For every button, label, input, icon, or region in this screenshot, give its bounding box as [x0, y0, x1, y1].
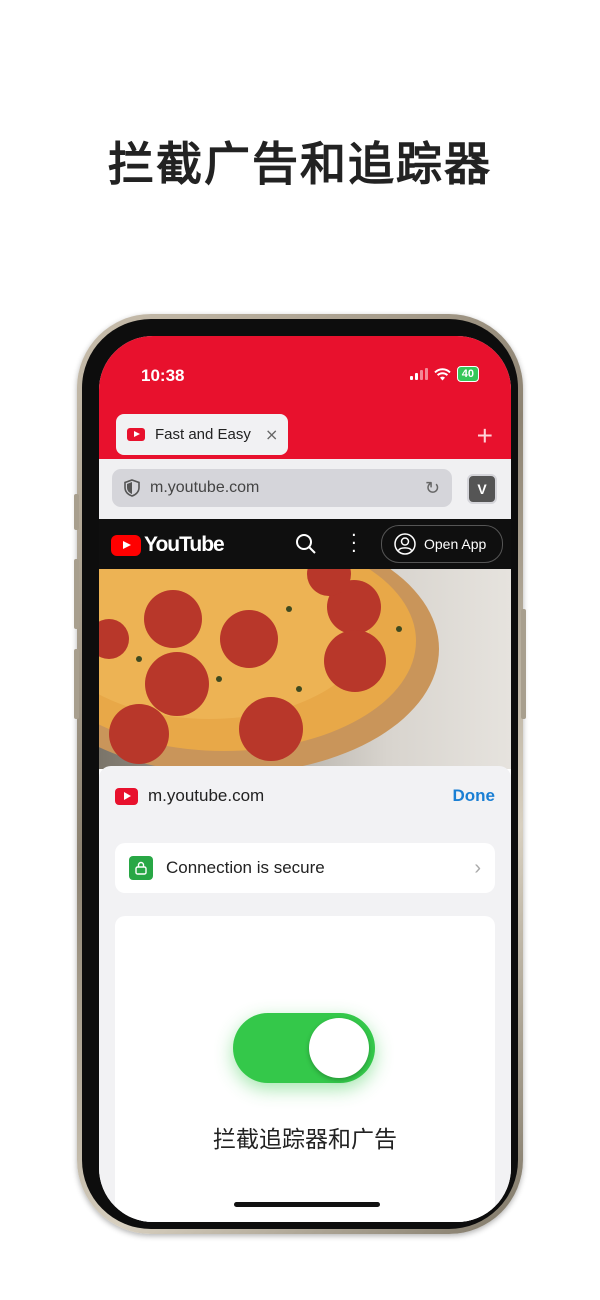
- youtube-logo-icon: [111, 534, 141, 556]
- connection-status: Connection is secure: [166, 858, 325, 877]
- more-icon[interactable]: · · ·: [351, 527, 357, 561]
- new-tab-button[interactable]: +: [477, 420, 493, 452]
- open-app-button[interactable]: Open App: [381, 525, 503, 563]
- tracker-blocking-card: 拦截追踪器和广告: [115, 916, 495, 1222]
- reload-icon[interactable]: ↻: [425, 478, 440, 499]
- browser-tab[interactable]: Fast and Easy ×: [116, 414, 288, 455]
- battery-icon: 40: [456, 366, 479, 382]
- site-info-sheet: m.youtube.com Done Connection is secure …: [99, 766, 511, 1222]
- done-button[interactable]: Done: [453, 786, 496, 806]
- tab-close-icon[interactable]: ×: [265, 425, 278, 444]
- youtube-logo[interactable]: YouTube: [111, 533, 225, 557]
- youtube-logo-text: YouTube: [144, 533, 225, 556]
- sheet-header: m.youtube.com Done: [115, 786, 495, 806]
- toggle-knob: [309, 1018, 369, 1078]
- phone-side-button: [74, 649, 79, 719]
- open-app-label: Open App: [424, 536, 487, 552]
- phone-side-button: [74, 559, 79, 629]
- status-icons: 40: [409, 366, 479, 382]
- address-bar[interactable]: m.youtube.com ↻: [112, 469, 452, 507]
- shield-icon[interactable]: [124, 479, 140, 497]
- phone-screen: 10:38 40 Fast and Easy × + m.youtube.com…: [99, 336, 511, 1222]
- phone-frame: 10:38 40 Fast and Easy × + m.youtube.com…: [74, 314, 526, 1234]
- vivaldi-icon[interactable]: V: [467, 474, 497, 504]
- connection-row[interactable]: Connection is secure ›: [115, 843, 495, 893]
- tab-title: Fast and Easy: [155, 426, 251, 443]
- page-headline: 拦截广告和追踪器: [108, 137, 492, 191]
- signal-icon: [409, 368, 428, 380]
- toggle-label: 拦截追踪器和广告: [213, 1127, 397, 1153]
- search-icon[interactable]: [295, 533, 317, 555]
- status-time: 10:38: [141, 366, 185, 385]
- phone-side-button: [74, 494, 79, 530]
- youtube-favicon-icon: [115, 787, 138, 805]
- phone-side-button: [521, 609, 526, 719]
- sheet-domain: m.youtube.com: [148, 786, 265, 805]
- youtube-favicon-icon: [127, 428, 145, 441]
- url-text[interactable]: m.youtube.com: [150, 479, 425, 497]
- video-thumbnail[interactable]: [99, 569, 511, 769]
- tab-strip: 10:38 40 Fast and Easy × +: [99, 336, 511, 459]
- account-icon: [394, 533, 416, 555]
- tracker-blocking-toggle[interactable]: [233, 1013, 375, 1083]
- home-indicator[interactable]: [234, 1202, 380, 1207]
- wifi-icon: [434, 367, 451, 380]
- address-bar-area: m.youtube.com ↻: [99, 459, 511, 519]
- pizza-image: [99, 569, 439, 769]
- chevron-right-icon: ›: [474, 856, 481, 879]
- youtube-header: YouTube · · · Open App: [99, 519, 511, 569]
- lock-icon: [129, 856, 153, 880]
